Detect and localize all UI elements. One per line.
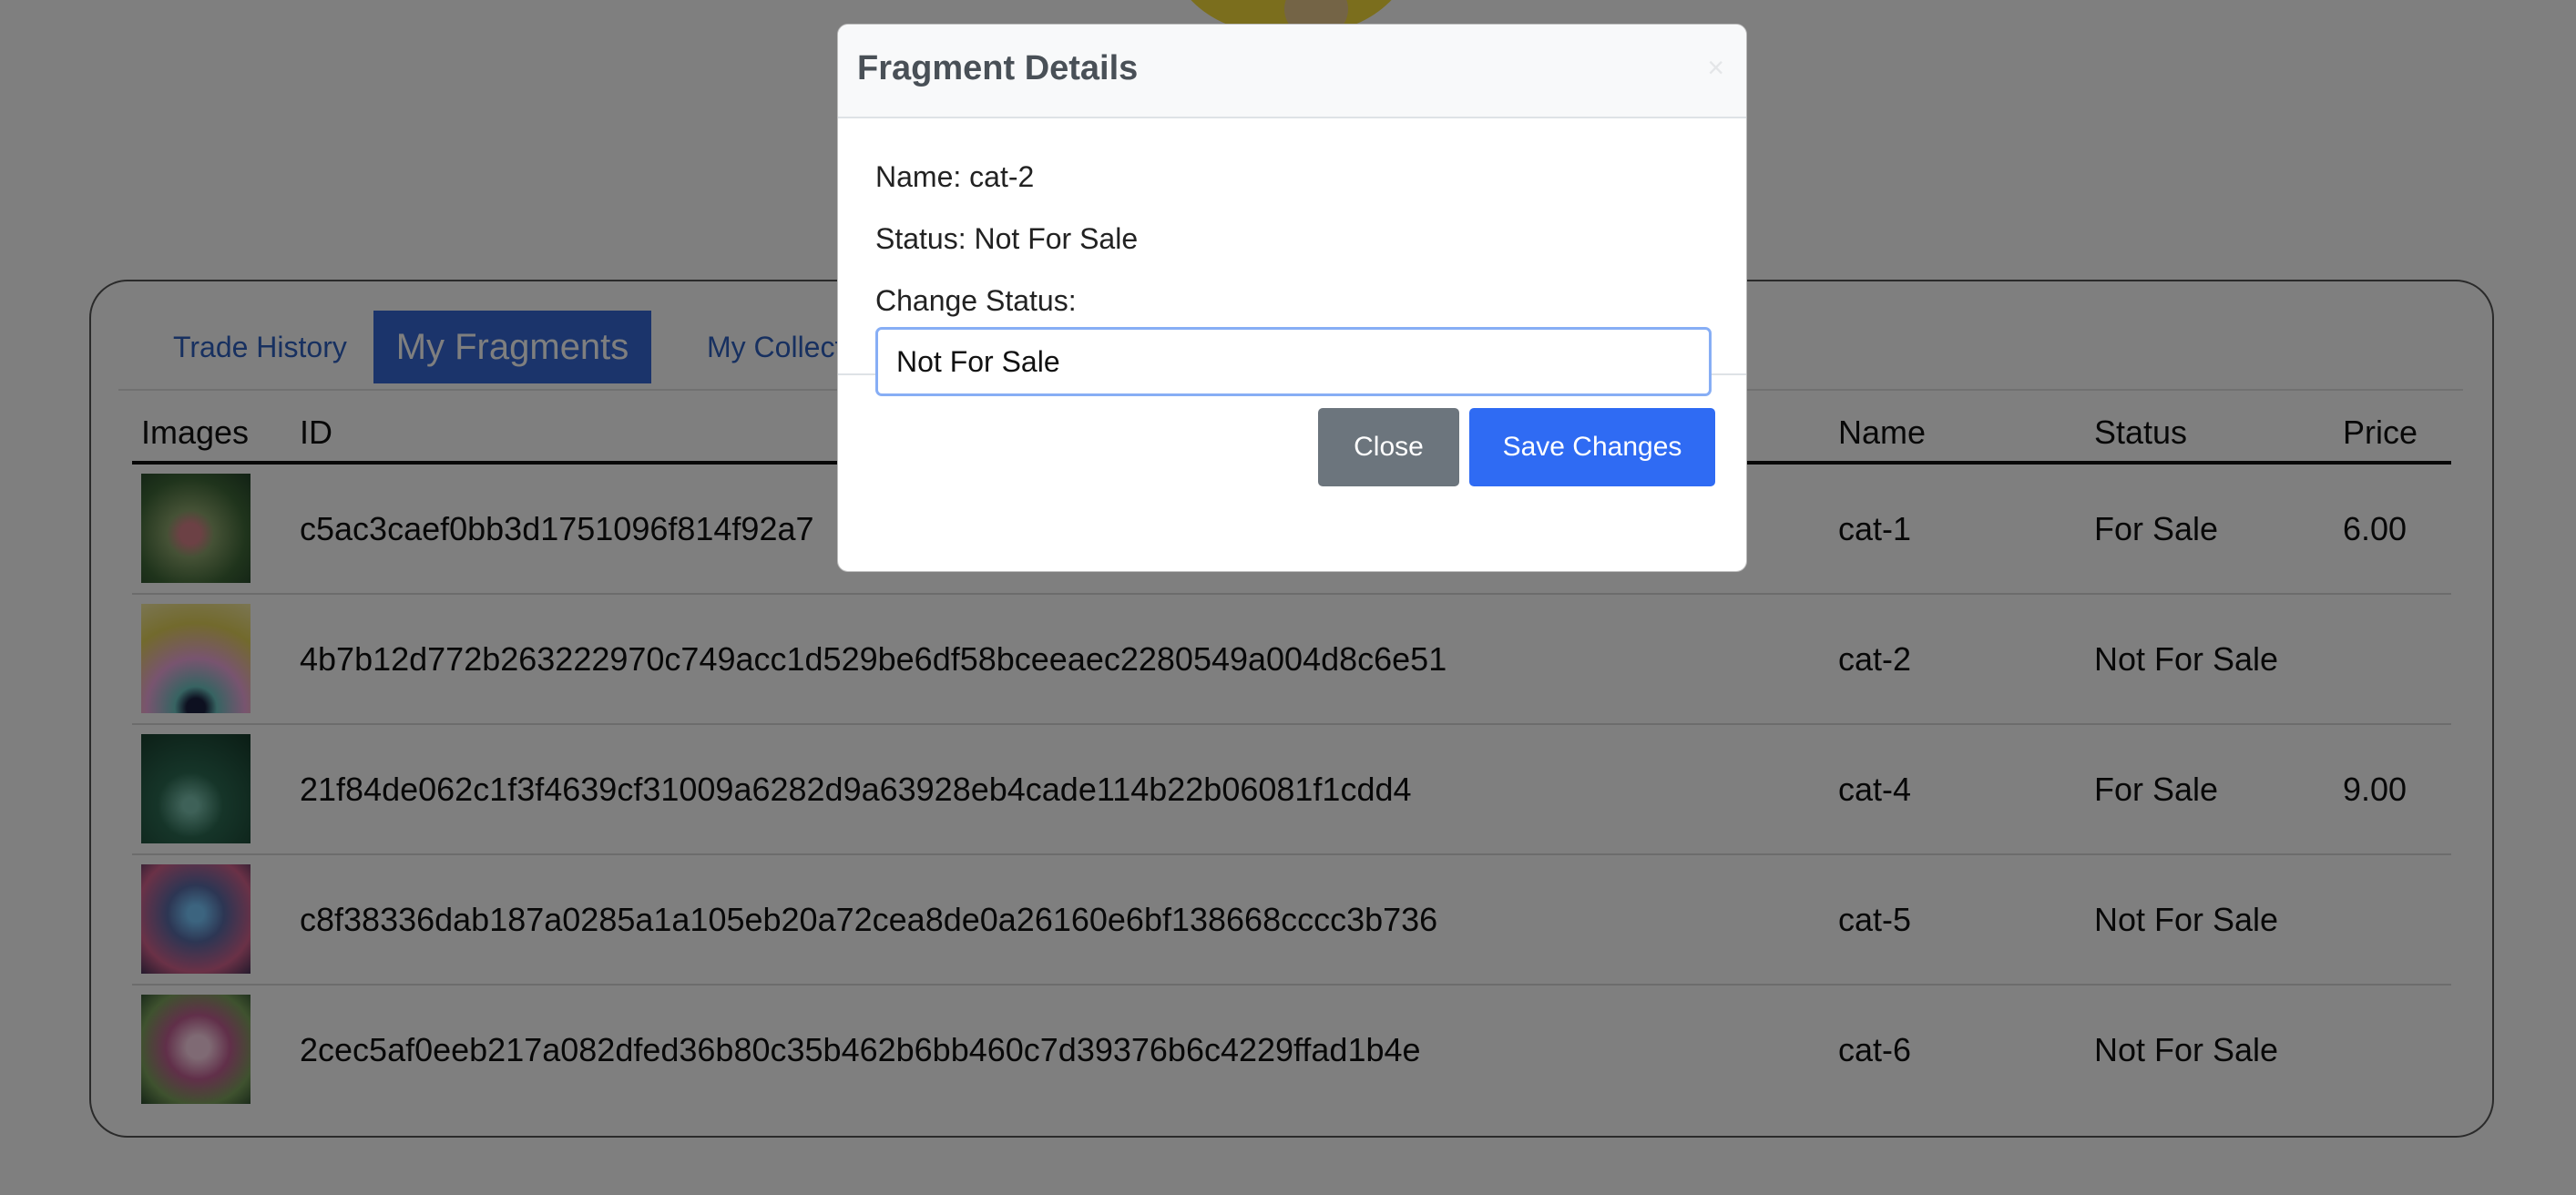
change-status-label: Change Status:: [875, 284, 1077, 317]
fragment-name-detail: Name: cat-2: [875, 160, 1035, 193]
save-changes-button[interactable]: Save Changes: [1469, 408, 1715, 486]
modal-title: Fragment Details: [857, 49, 1139, 87]
fragment-status-detail: Status: Not For Sale: [875, 222, 1139, 255]
modal-header: Fragment Details ×: [838, 25, 1746, 118]
modal-footer: Close Save Changes: [838, 375, 1746, 571]
fragment-details-modal: Fragment Details × Name: cat-2 Status: N…: [837, 24, 1747, 572]
close-icon[interactable]: ×: [1707, 53, 1724, 82]
page: Trade History My Fragments My Collecti I…: [0, 0, 2576, 1195]
close-button[interactable]: Close: [1318, 408, 1459, 486]
modal-body: Name: cat-2 Status: Not For Sale Change …: [838, 118, 1746, 396]
